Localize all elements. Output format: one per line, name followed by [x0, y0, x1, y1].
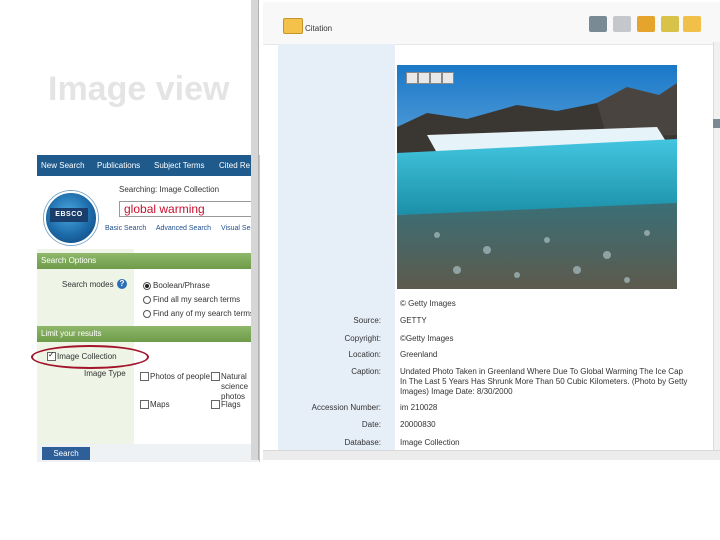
accession-number-label: Accession Number:: [311, 403, 381, 412]
image-folder-icon[interactable]: [442, 72, 454, 84]
slide-title: Image view: [48, 70, 230, 108]
mode-radio-boolean[interactable]: [143, 282, 151, 290]
caption-label: Caption:: [351, 367, 381, 376]
add-to-folder-icon[interactable]: [683, 16, 701, 32]
help-icon[interactable]: ?: [117, 279, 127, 289]
photos-of-people-label: Photos of people: [150, 372, 211, 381]
scroll-arrow-icon[interactable]: [713, 119, 720, 128]
database-value: Image Collection: [400, 438, 460, 447]
search-button[interactable]: Search: [42, 447, 90, 460]
maps-label: Maps: [150, 400, 170, 409]
natural-science-checkbox[interactable]: [211, 372, 220, 381]
citation-label-column: [278, 44, 395, 460]
advanced-search-link[interactable]: Advanced Search: [156, 225, 211, 232]
image-save-icon[interactable]: [406, 72, 418, 84]
basic-search-link[interactable]: Basic Search: [105, 225, 146, 232]
copyright-label: Copyright:: [344, 334, 381, 343]
image-toolbar: [406, 72, 461, 84]
search-options-header[interactable]: Search Options: [37, 253, 259, 269]
mode-radio-all-terms[interactable]: [143, 296, 151, 304]
accession-number-value: im 210028: [400, 403, 438, 412]
caption-value: Undated Photo Taken in Greenland Where D…: [400, 367, 688, 396]
date-value: 20000830: [400, 420, 436, 429]
nav-publications[interactable]: Publications: [97, 161, 140, 170]
screen-divider-line: [258, 0, 259, 460]
photo-credit: © Getty Images: [400, 299, 456, 308]
folder-icon[interactable]: [283, 18, 303, 34]
horizontal-scrollbar[interactable]: [263, 450, 720, 460]
nav-new-search[interactable]: New Search: [41, 161, 85, 170]
image-print-icon[interactable]: [430, 72, 442, 84]
print-icon[interactable]: [589, 16, 607, 32]
search-input-value: global warming: [124, 202, 205, 216]
mode-boolean-label: Boolean/Phrase: [153, 281, 210, 290]
photos-of-people-checkbox[interactable]: [140, 372, 149, 381]
maps-checkbox[interactable]: [140, 400, 149, 409]
location-label: Location:: [348, 350, 381, 359]
citation-label[interactable]: Citation: [305, 24, 332, 33]
citation-screen: Citation © Getty Images Source: GETTY Co…: [263, 2, 720, 460]
highlight-oval: [31, 345, 149, 369]
search-input[interactable]: global warming: [119, 201, 259, 217]
search-type-links: Basic Search Advanced Search Visual Sea: [105, 225, 259, 232]
email-icon[interactable]: [613, 16, 631, 32]
mode-any-terms-label: Find any of my search terms: [153, 309, 254, 318]
top-nav-bar: New Search Publications Subject Terms Ci…: [37, 155, 259, 176]
nav-subject-terms[interactable]: Subject Terms: [154, 161, 205, 170]
mode-all-terms-label: Find all my search terms: [153, 295, 241, 304]
vertical-scrollbar[interactable]: [713, 42, 720, 460]
searching-label: Searching: Image Collection: [119, 185, 220, 194]
location-value: Greenland: [400, 350, 438, 359]
export-icon[interactable]: [661, 16, 679, 32]
mode-radio-any-terms[interactable]: [143, 310, 151, 318]
greenland-glacier-photo: [397, 65, 677, 289]
source-label: Source:: [353, 316, 381, 325]
visual-search-link[interactable]: Visual Sea: [221, 225, 254, 232]
save-icon[interactable]: [637, 16, 655, 32]
limit-results-header[interactable]: Limit your results: [37, 326, 259, 342]
ebsco-logo-text: EBSCO: [50, 208, 88, 222]
image-email-icon[interactable]: [418, 72, 430, 84]
ebsco-search-screen: New Search Publications Subject Terms Ci…: [37, 155, 260, 462]
screen-divider: [251, 0, 258, 460]
database-label: Database:: [344, 438, 381, 447]
source-value: GETTY: [400, 316, 427, 325]
nav-cited-references[interactable]: Cited Re: [219, 161, 250, 170]
flags-label: Flags: [221, 400, 241, 409]
flags-checkbox[interactable]: [211, 400, 220, 409]
search-modes-label: Search modes: [62, 280, 114, 289]
copyright-value: ©Getty Images: [400, 334, 454, 343]
date-label: Date:: [361, 420, 381, 429]
image-type-label: Image Type: [84, 369, 126, 378]
